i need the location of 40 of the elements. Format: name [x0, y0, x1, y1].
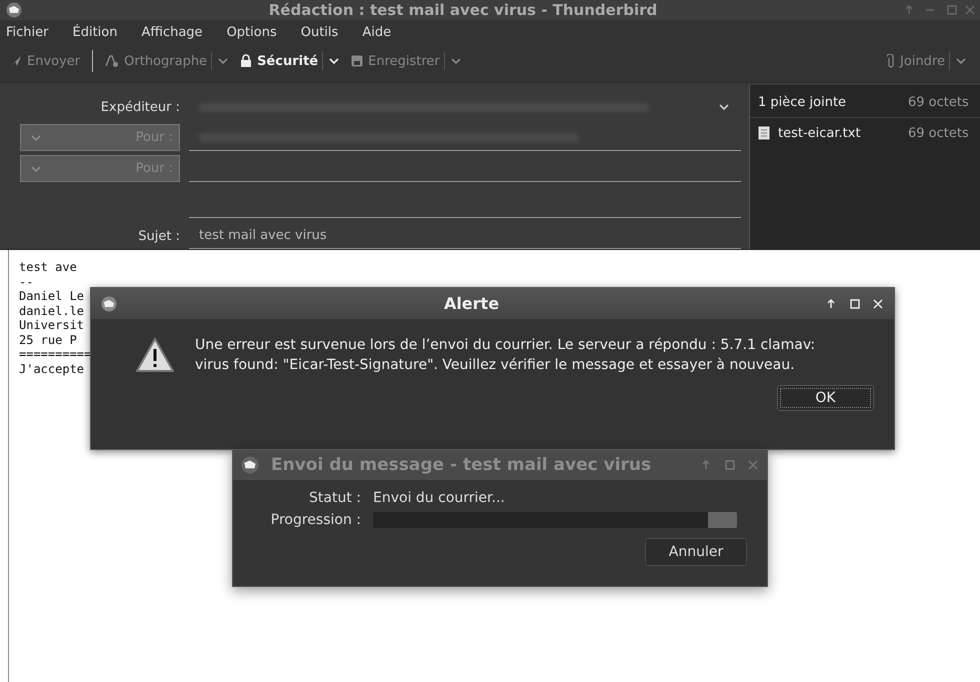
chevron-down-icon [31, 134, 41, 140]
attachment-size: 69 octets [908, 126, 969, 140]
menu-item[interactable]: Options [226, 24, 277, 40]
error-message: Une erreur est survenue lors de l’envoi du courrier. Le serveur a répondu : 5.7.1 clamav: virus found: "Eicar-Test-Signature". Veuillez vérifier le message et essayer à nouveau. [195, 336, 816, 375]
spelling-icon [105, 54, 120, 68]
paperclip-icon [887, 54, 896, 68]
sender-label: Expéditeur : [100, 100, 181, 117]
subject-label: Sujet : [137, 229, 181, 246]
menu-item[interactable]: Édition [72, 24, 118, 40]
body-text-line: 25 rue P [19, 332, 77, 347]
attachment-count: 1 pièce jointe [758, 94, 848, 110]
cancel-button[interactable]: Annuler [645, 538, 747, 566]
document-icon [758, 126, 770, 140]
body-text-line: ========== [19, 347, 92, 362]
chevron-down-icon [31, 166, 41, 172]
window-title: Rédaction : test mail avec virus - Thunderbird [268, 1, 658, 19]
attachment-size: 69 octets [908, 94, 969, 110]
body-text-line: Universit [19, 318, 84, 332]
save-icon [351, 55, 364, 67]
body-text-line: -- [19, 274, 34, 289]
body-text-line: Daniel Le [19, 289, 84, 304]
attachment-name[interactable]: test-eicar.txt [778, 126, 900, 140]
dialog-title: Envoi du message - test mail avec virus [271, 455, 652, 475]
menu-item[interactable]: Outils [300, 24, 338, 40]
status-text: Envoi du courrier... [373, 490, 506, 506]
body-text-line: J'accepte [19, 362, 84, 376]
body-text-line: test ave [19, 260, 77, 274]
status-label: Statut : [308, 490, 361, 506]
progress-label: Progression : [270, 512, 361, 528]
body-text-line: daniel.le [19, 304, 84, 318]
chevron-down-icon [719, 104, 729, 110]
subject-field[interactable]: test mail avec virus [189, 223, 741, 249]
lock-icon [240, 54, 252, 68]
ok-button[interactable]: OK [777, 385, 874, 411]
menu-item[interactable]: Fichier [6, 24, 48, 40]
warning-icon [135, 337, 175, 373]
security-button[interactable]: Sécurité [236, 52, 322, 70]
menu-item[interactable]: Affichage [141, 24, 203, 40]
dialog-title: Alerte [442, 294, 500, 313]
menu-item[interactable]: Aide [362, 24, 392, 40]
